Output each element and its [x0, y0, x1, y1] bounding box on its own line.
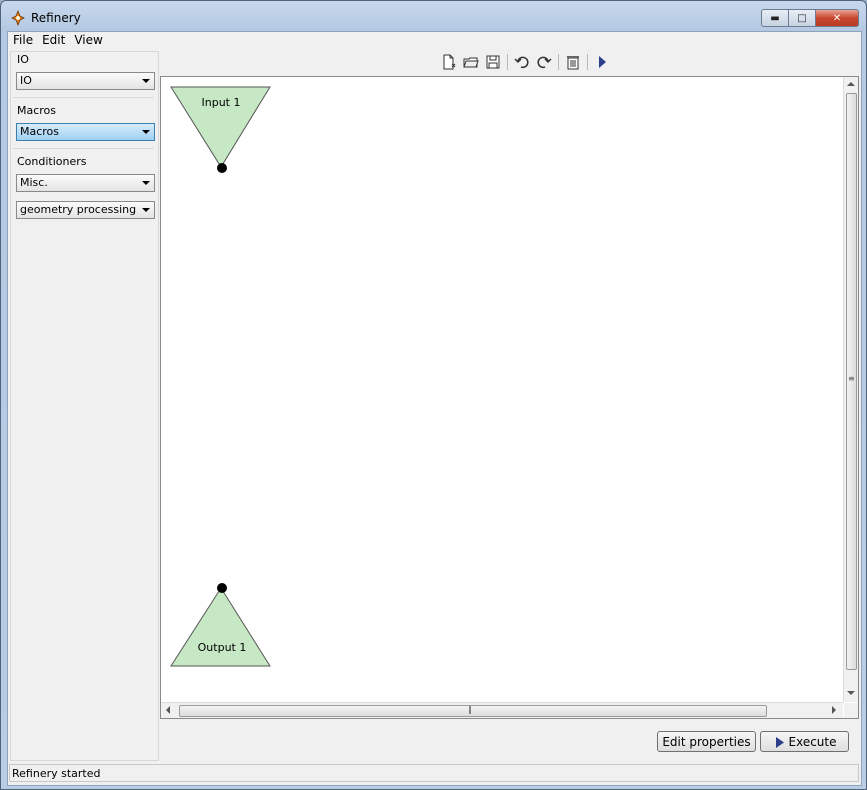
- io-dropdown-value: IO: [20, 74, 32, 87]
- chevron-down-icon: [142, 181, 150, 185]
- misc-dropdown[interactable]: Misc.: [16, 174, 155, 192]
- graph-canvas-frame: Input 1 Output 1 ≡ ‖: [160, 76, 859, 719]
- macros-dropdown[interactable]: Macros: [16, 123, 155, 141]
- window-title: Refinery: [31, 11, 81, 25]
- app-window: Refinery ▬ □ ✕ File Edit View IO IO Macr…: [0, 0, 867, 790]
- scroll-right-arrow-icon[interactable]: [832, 706, 836, 714]
- grip-icon: ‖: [468, 705, 472, 714]
- conditioners-section-label: Conditioners: [17, 155, 87, 168]
- toolbar: [438, 52, 613, 72]
- redo-button[interactable]: [533, 52, 555, 72]
- title-bar[interactable]: Refinery ▬ □ ✕: [1, 1, 866, 31]
- graph-canvas[interactable]: Input 1 Output 1: [161, 77, 843, 702]
- scroll-down-arrow-icon[interactable]: [847, 691, 855, 695]
- save-button[interactable]: [482, 52, 504, 72]
- chevron-down-icon: [142, 130, 150, 134]
- macros-section-label: Macros: [17, 104, 57, 117]
- execute-button-label: Execute: [788, 735, 837, 749]
- menu-edit[interactable]: Edit: [37, 32, 69, 48]
- minimize-button[interactable]: ▬: [761, 9, 789, 27]
- new-button[interactable]: [438, 52, 460, 72]
- horizontal-scroll-thumb[interactable]: ‖: [179, 705, 767, 717]
- delete-button[interactable]: [562, 52, 584, 72]
- refinery-app-icon: [11, 10, 25, 26]
- run-button[interactable]: [591, 52, 613, 72]
- divider: [13, 97, 154, 98]
- grip-icon: ≡: [848, 374, 855, 383]
- io-dropdown[interactable]: IO: [16, 72, 155, 90]
- minimize-icon: ▬: [770, 12, 780, 24]
- close-icon: ✕: [832, 12, 842, 24]
- undo-button[interactable]: [511, 52, 533, 72]
- run-icon: [599, 56, 606, 68]
- save-icon: [486, 55, 500, 69]
- graph-svg: [170, 86, 271, 667]
- output-node-port[interactable]: [217, 583, 227, 593]
- input-node-label: Input 1: [201, 96, 241, 109]
- status-text: Refinery started: [12, 767, 101, 780]
- open-button[interactable]: [460, 52, 482, 72]
- io-section-label: IO: [17, 53, 29, 66]
- edit-properties-button[interactable]: Edit properties: [657, 731, 756, 752]
- status-bar: Refinery started: [9, 764, 859, 782]
- client-area: File Edit View IO IO Macros Macros Condi…: [7, 31, 862, 786]
- scrollbar-corner: [844, 703, 858, 718]
- menu-file[interactable]: File: [8, 32, 37, 48]
- palette-panel: IO IO Macros Macros Conditioners Misc. g…: [10, 51, 159, 761]
- misc-dropdown-value: Misc.: [20, 176, 48, 189]
- geometry-dropdown-value: geometry processing: [20, 203, 137, 216]
- undo-icon: [514, 56, 529, 69]
- redo-icon: [537, 56, 552, 69]
- toolbar-separator: [558, 54, 559, 70]
- menu-view[interactable]: View: [69, 32, 106, 48]
- maximize-icon: □: [797, 12, 807, 24]
- vertical-scroll-thumb[interactable]: ≡: [846, 93, 857, 670]
- horizontal-scrollbar[interactable]: ‖: [161, 702, 843, 718]
- menu-bar: File Edit View: [8, 32, 861, 48]
- close-button[interactable]: ✕: [816, 9, 859, 27]
- maximize-button[interactable]: □: [789, 9, 816, 27]
- divider: [13, 148, 154, 149]
- scroll-left-arrow-icon[interactable]: [166, 706, 170, 714]
- window-controls: ▬ □ ✕: [761, 9, 859, 27]
- open-folder-icon: [463, 57, 479, 68]
- new-file-icon: [443, 54, 456, 70]
- delete-icon: [567, 56, 579, 70]
- run-icon: [776, 737, 784, 748]
- output-node-label: Output 1: [197, 641, 247, 654]
- input-node-port[interactable]: [217, 163, 227, 173]
- vertical-scrollbar[interactable]: ≡: [843, 77, 858, 702]
- toolbar-separator: [507, 54, 508, 70]
- macros-dropdown-value: Macros: [20, 125, 60, 138]
- execute-button[interactable]: Execute: [760, 731, 849, 752]
- geometry-processing-dropdown[interactable]: geometry processing: [16, 201, 155, 219]
- chevron-down-icon: [142, 208, 150, 212]
- chevron-down-icon: [142, 79, 150, 83]
- toolbar-separator: [587, 54, 588, 70]
- scroll-up-arrow-icon[interactable]: [847, 82, 855, 86]
